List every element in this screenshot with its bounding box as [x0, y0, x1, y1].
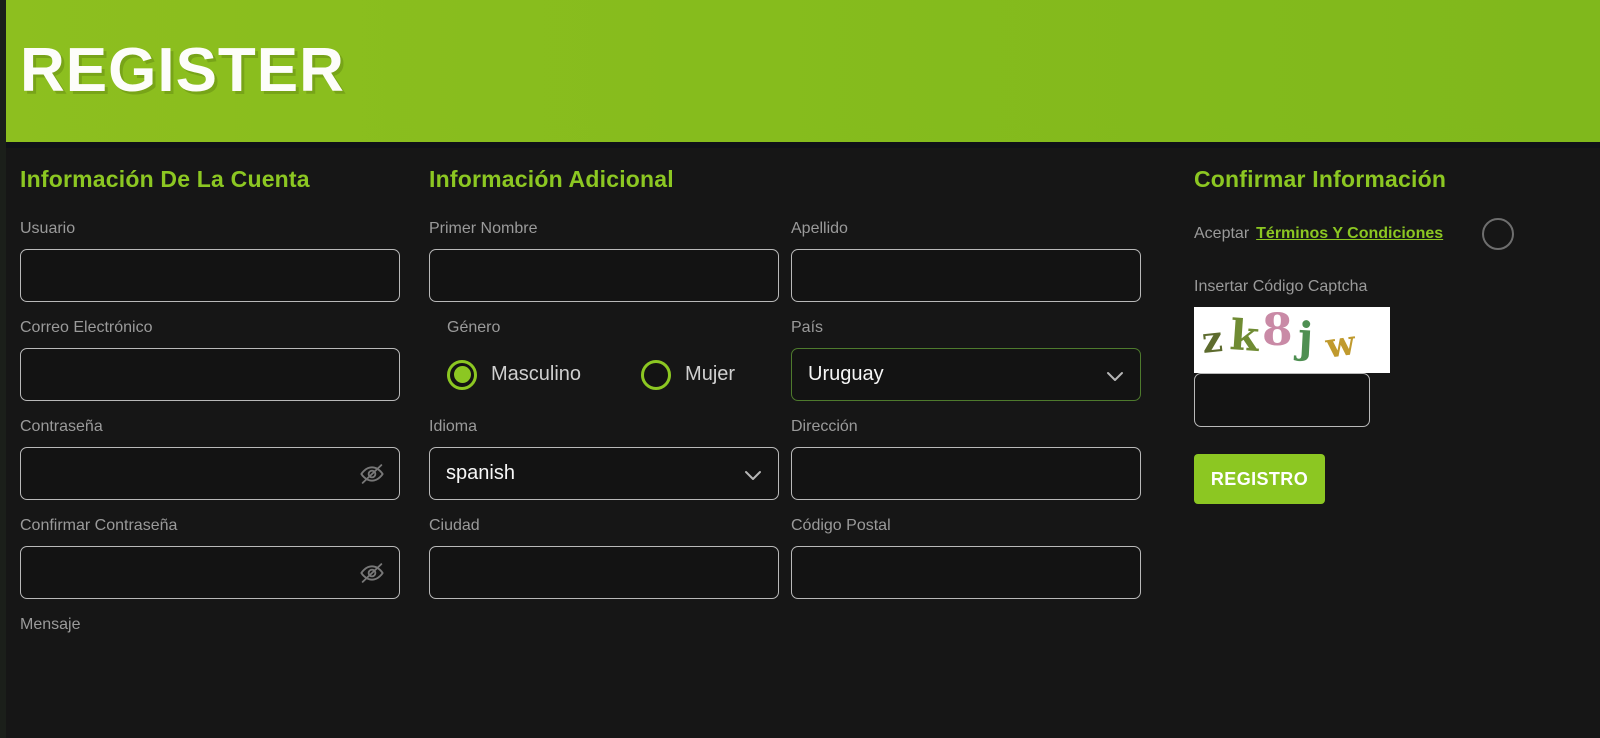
codigo-postal-label: Código Postal [791, 517, 1141, 535]
pais-label: País [791, 319, 1141, 337]
eye-slash-icon[interactable] [359, 461, 385, 487]
terms-and-conditions-link[interactable]: Términos Y Condiciones [1256, 225, 1443, 243]
radio-option-masculino[interactable]: Masculino [447, 360, 581, 390]
captcha-input-wrap[interactable] [1194, 373, 1370, 427]
idioma-select[interactable]: spanish [429, 447, 779, 500]
radio-label-masculino: Masculino [491, 363, 581, 386]
captcha-input[interactable] [1195, 374, 1369, 426]
account-information-section: Información De La Cuenta Usuario Correo … [20, 166, 400, 634]
correo-input[interactable] [21, 349, 399, 400]
banner-underline [0, 142, 1600, 148]
captcha-char: j [1297, 313, 1315, 363]
account-section-title: Información De La Cuenta [20, 166, 400, 193]
pais-select-value: Uruguay [808, 363, 1106, 386]
accept-terms-checkbox[interactable] [1482, 218, 1514, 250]
field-idioma: Idioma spanish [429, 418, 779, 500]
usuario-input-wrap[interactable] [20, 249, 400, 302]
radio-circle-masculino[interactable] [447, 360, 477, 390]
chevron-down-icon [744, 468, 762, 479]
field-primer-nombre: Primer Nombre [429, 220, 779, 302]
page-banner: REGISTER [0, 0, 1600, 142]
direccion-input[interactable] [792, 448, 1140, 499]
contrasena-input-wrap[interactable] [20, 447, 400, 500]
additional-section-title: Información Adicional [429, 166, 1141, 193]
correo-input-wrap[interactable] [20, 348, 400, 401]
correo-label: Correo Electrónico [20, 319, 400, 337]
additional-information-section: Información Adicional Primer Nombre Apel… [429, 166, 1141, 616]
field-usuario: Usuario [20, 220, 400, 302]
apellido-input-wrap[interactable] [791, 249, 1141, 302]
terms-prefix-label: Aceptar [1194, 225, 1249, 243]
confirm-section-title: Confirmar Información [1194, 166, 1586, 193]
genero-label: Género [447, 319, 779, 337]
usuario-input[interactable] [21, 250, 399, 301]
field-pais: País Uruguay [791, 319, 1141, 401]
usuario-label: Usuario [20, 220, 400, 238]
codigo-postal-input-wrap[interactable] [791, 546, 1141, 599]
field-correo: Correo Electrónico [20, 319, 400, 401]
captcha-label: Insertar Código Captcha [1194, 278, 1586, 296]
primer-nombre-label: Primer Nombre [429, 220, 779, 238]
primer-nombre-input-wrap[interactable] [429, 249, 779, 302]
field-apellido: Apellido [791, 220, 1141, 302]
radio-option-mujer[interactable]: Mujer [641, 360, 735, 390]
page-title: REGISTER [20, 30, 345, 112]
primer-nombre-input[interactable] [430, 250, 778, 301]
direccion-input-wrap[interactable] [791, 447, 1141, 500]
idioma-label: Idioma [429, 418, 779, 436]
pais-select[interactable]: Uruguay [791, 348, 1141, 401]
registro-submit-button[interactable]: REGISTRO [1194, 454, 1325, 504]
apellido-input[interactable] [792, 250, 1140, 301]
captcha-char: k [1228, 310, 1260, 361]
page-edge-strip [0, 0, 6, 738]
captcha-char: z [1200, 318, 1225, 362]
terms-row: Aceptar Términos Y Condiciones [1194, 220, 1586, 248]
ciudad-input[interactable] [430, 547, 778, 598]
idioma-select-value: spanish [446, 462, 744, 485]
register-page: REGISTER Información De La Cuenta Usuari… [0, 0, 1600, 738]
chevron-down-icon [1106, 369, 1124, 380]
apellido-label: Apellido [791, 220, 1141, 238]
captcha-char: 8 [1262, 307, 1293, 356]
ciudad-label: Ciudad [429, 517, 779, 535]
field-direccion: Dirección [791, 418, 1141, 500]
radio-circle-mujer[interactable] [641, 360, 671, 390]
radio-label-mujer: Mujer [685, 363, 735, 386]
ciudad-input-wrap[interactable] [429, 546, 779, 599]
genero-radio-group: Masculino Mujer [447, 348, 779, 401]
confirmar-contrasena-input[interactable] [21, 547, 399, 598]
eye-slash-icon[interactable] [359, 560, 385, 586]
field-codigo-postal: Código Postal [791, 517, 1141, 599]
captcha-char: w [1323, 323, 1358, 367]
field-genero: Género Masculino Mujer [429, 319, 779, 401]
confirmar-contrasena-label: Confirmar Contraseña [20, 517, 400, 535]
field-ciudad: Ciudad [429, 517, 779, 599]
cut-off-label: Mensaje [20, 616, 400, 634]
confirm-information-section: Confirmar Información Aceptar Términos Y… [1194, 166, 1586, 504]
contrasena-label: Contraseña [20, 418, 400, 436]
captcha-image: zk8jw [1194, 307, 1390, 373]
contrasena-input[interactable] [21, 448, 399, 499]
field-contrasena: Contraseña [20, 418, 400, 500]
confirmar-contrasena-input-wrap[interactable] [20, 546, 400, 599]
codigo-postal-input[interactable] [792, 547, 1140, 598]
field-confirmar-contrasena: Confirmar Contraseña [20, 517, 400, 599]
direccion-label: Dirección [791, 418, 1141, 436]
